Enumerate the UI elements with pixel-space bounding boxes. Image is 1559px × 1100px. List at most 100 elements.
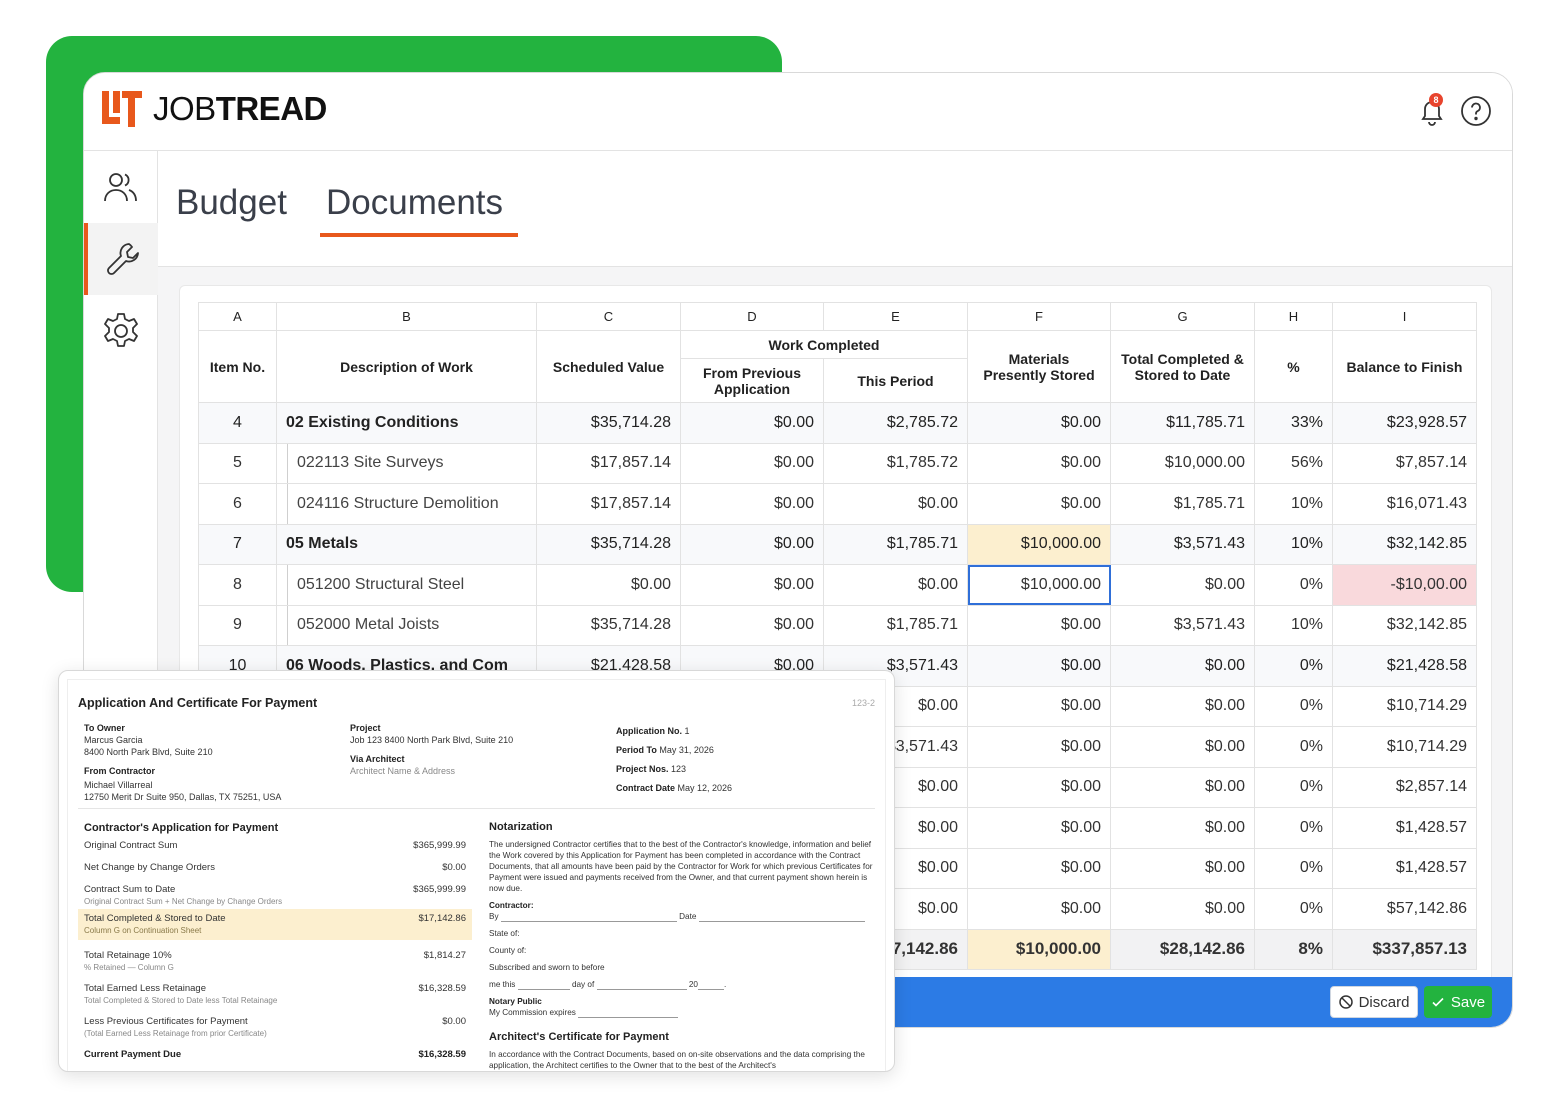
header-row: Item No. Description of Work Scheduled V… xyxy=(198,330,1477,403)
this-period-cell[interactable]: $0.00 xyxy=(823,564,968,606)
col-letter: F xyxy=(967,302,1111,331)
from-previous-cell[interactable]: $0.00 xyxy=(680,604,824,646)
balance-cell: $16,071.43 xyxy=(1332,483,1477,525)
this-period-cell[interactable]: $1,785.71 xyxy=(823,604,968,646)
item-no-cell: 8 xyxy=(198,564,277,606)
materials-cell[interactable]: $0.00 xyxy=(967,807,1111,849)
line-original-contract-sum: Original Contract Sum $365,999.99 xyxy=(84,840,466,851)
total-completed-cell: $11,785.71 xyxy=(1110,402,1255,444)
materials-cell[interactable]: $0.00 xyxy=(967,726,1111,768)
balance-cell: $23,928.57 xyxy=(1332,402,1477,444)
description-cell: 05 Metals xyxy=(276,523,537,565)
check-icon xyxy=(1432,997,1444,1007)
signature-line: By Date xyxy=(489,911,875,922)
architect-text: In accordance with the Contract Document… xyxy=(489,1050,865,1070)
item-no-cell: 6 xyxy=(198,483,277,525)
percent-cell: 10% xyxy=(1254,604,1333,646)
header-from-previous: From Previous Application xyxy=(680,358,824,403)
project-label: Project xyxy=(350,723,381,733)
materials-cell[interactable]: $0.00 xyxy=(967,888,1111,930)
tab-bar: Budget Documents xyxy=(158,151,1512,267)
architect-heading: Architect's Certificate for Payment xyxy=(489,1031,669,1043)
col-letter: B xyxy=(276,302,537,331)
total-completed-cell: $0.00 xyxy=(1110,645,1255,687)
from-previous-cell[interactable]: $0.00 xyxy=(680,442,824,484)
owner-block: To Owner Marcus Garcia 8400 North Park B… xyxy=(84,722,281,803)
county-label: County of: xyxy=(489,946,527,955)
save-button[interactable]: Save xyxy=(1424,986,1492,1018)
percent-cell: 0% xyxy=(1254,564,1333,606)
item-no-cell: 5 xyxy=(198,442,277,484)
balance-cell: $1,428.57 xyxy=(1332,807,1477,849)
header-balance: Balance to Finish xyxy=(1332,330,1477,403)
scheduled-value-cell: $17,857.14 xyxy=(536,442,681,484)
percent-cell: 0% xyxy=(1254,766,1333,808)
table-row: 8 051200 Structural Steel $0.00 $0.00 $0.00 $… xyxy=(198,564,1477,606)
from-previous-cell[interactable]: $0.00 xyxy=(680,402,824,444)
description-cell: 024116 Structure Demolition xyxy=(276,483,537,525)
project-block: Project Job 123 8400 North Park Blvd, Su… xyxy=(350,722,513,777)
project-nos: 123 xyxy=(671,764,687,774)
materials-cell[interactable]: $0.00 xyxy=(967,685,1111,727)
scheduled-value-cell: $0.00 xyxy=(536,564,681,606)
percent-cell: 0% xyxy=(1254,726,1333,768)
sidebar-item-tools[interactable] xyxy=(84,223,158,295)
percent-cell: 10% xyxy=(1254,523,1333,565)
from-previous-cell[interactable]: $0.00 xyxy=(680,523,824,565)
sworn-label: Subscribed and sworn to before xyxy=(489,963,605,972)
wrench-icon xyxy=(107,243,139,275)
application-no-label: Application No. xyxy=(616,726,682,736)
sidebar-item-people[interactable] xyxy=(84,151,158,223)
materials-cell[interactable]: $0.00 xyxy=(967,847,1111,889)
discard-button[interactable]: Discard xyxy=(1330,986,1418,1018)
balance-cell: $32,142.85 xyxy=(1332,523,1477,565)
line-total-retainage: Total Retainage 10% $1,814.27% Retained —… xyxy=(84,950,466,972)
sidebar-item-settings[interactable] xyxy=(84,295,158,367)
item-no-cell: 7 xyxy=(198,523,277,565)
line-current-payment-due: Current Payment Due $16,328.59 xyxy=(84,1049,466,1060)
line-net-change: Net Change by Change Orders $0.00 xyxy=(84,862,466,873)
from-previous-cell[interactable]: $0.00 xyxy=(680,483,824,525)
materials-cell[interactable]: $10,000.00 xyxy=(967,564,1111,606)
table-row: 6 024116 Structure Demolition $17,857.14 $0… xyxy=(198,483,1477,525)
commission-line: My Commission expires xyxy=(489,1007,875,1018)
materials-cell[interactable]: $0.00 xyxy=(967,442,1111,484)
header-total-completed: Total Completed & Stored to Date xyxy=(1110,330,1255,403)
notarization-block: Notarization The undersigned Contractor … xyxy=(489,822,875,1071)
total-completed-cell: $0.00 xyxy=(1110,766,1255,808)
tab-documents[interactable]: Documents xyxy=(326,183,503,223)
this-period-cell[interactable]: $0.00 xyxy=(823,483,968,525)
contractor-sig-label: Contractor: xyxy=(489,901,534,910)
this-period-cell[interactable]: $1,785.72 xyxy=(823,442,968,484)
balance-cell: -$10,00.00 xyxy=(1332,564,1477,606)
application-no: 1 xyxy=(684,726,690,736)
from-previous-cell[interactable]: $0.00 xyxy=(680,564,824,606)
item-no-cell: 4 xyxy=(198,402,277,444)
jobtread-logo[interactable]: JOBTREAD xyxy=(102,89,327,129)
users-icon xyxy=(104,173,137,202)
materials-cell[interactable]: $0.00 xyxy=(967,402,1111,444)
divider xyxy=(78,808,875,809)
this-period-cell[interactable]: $2,785.72 xyxy=(823,402,968,444)
materials-cell[interactable]: $0.00 xyxy=(967,645,1111,687)
materials-cell[interactable]: $10,000.00 xyxy=(967,523,1111,565)
materials-cell[interactable]: $0.00 xyxy=(967,604,1111,646)
sworn-date-line: me this day of 20. xyxy=(489,980,727,990)
help-icon[interactable] xyxy=(1460,95,1492,127)
table-row: 9 052000 Metal Joists $35,714.28 $0.00 $1,78… xyxy=(198,604,1477,646)
balance-cell: $7,857.14 xyxy=(1332,442,1477,484)
logo-text: JOBTREAD xyxy=(153,90,327,127)
architect-placeholder: Architect Name & Address xyxy=(350,766,456,776)
this-period-cell[interactable]: $1,785.71 xyxy=(823,523,968,565)
col-letter: E xyxy=(823,302,968,331)
document-title: Application And Certificate For Payment xyxy=(78,696,318,710)
tab-budget[interactable]: Budget xyxy=(176,183,287,223)
materials-cell[interactable]: $0.00 xyxy=(967,483,1111,525)
col-letter: I xyxy=(1332,302,1477,331)
contractor-name: Michael Villarreal xyxy=(84,780,153,790)
document-number: 123-2 xyxy=(851,698,875,708)
col-letter: G xyxy=(1110,302,1255,331)
project-value: Job 123 8400 North Park Blvd, Suite 210 xyxy=(350,735,514,745)
line-contract-sum-to-date: Contract Sum to Date $365,999.99 Original … xyxy=(84,884,466,906)
materials-cell[interactable]: $0.00 xyxy=(967,766,1111,808)
